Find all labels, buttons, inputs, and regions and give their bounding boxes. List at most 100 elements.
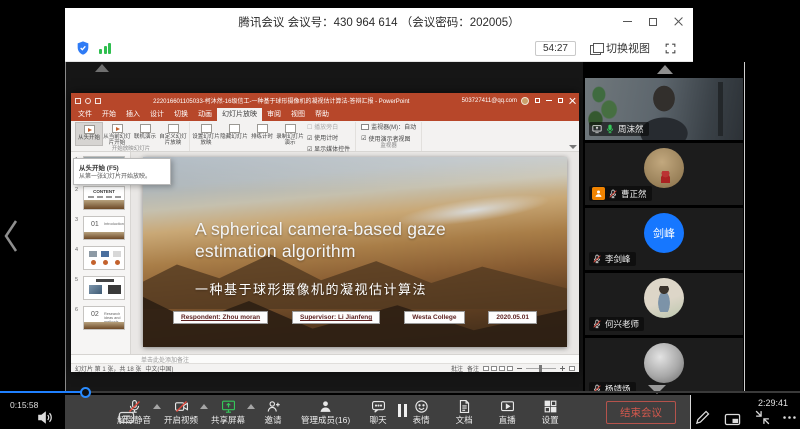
meeting-security-shield-icon[interactable] (75, 40, 91, 56)
presenter-view-checkbox[interactable]: ☑使用演示者视图 (361, 134, 416, 143)
ribbon-button[interactable]: 自定义幻灯片放映 (159, 122, 187, 146)
network-signal-icon[interactable] (99, 42, 111, 54)
slide-thumbnail[interactable]: 6 02 Research ideas and methods (83, 306, 130, 330)
more-options-icon[interactable] (781, 409, 798, 429)
exit-fullscreen-icon[interactable] (754, 409, 771, 429)
caret-up-icon[interactable] (200, 404, 208, 409)
participant-tile[interactable]: 剑峰 李剑峰 (585, 208, 743, 270)
slide-thumbnail[interactable]: 4 (83, 246, 130, 270)
tooltip: 从头开始 (F5) 从第一张幻灯片开始放映。 (73, 158, 171, 185)
player-progress-fill (0, 391, 86, 393)
monitor-dropdown[interactable]: 监视器(M)：自动 (361, 122, 416, 131)
toolbar-item-icon (543, 399, 558, 414)
toolbar-item-label: 共享屏幕 (211, 414, 245, 426)
ribbon-tab[interactable]: 审阅 (262, 108, 286, 121)
ribbon-button[interactable]: 隐藏幻灯片 (220, 122, 248, 153)
collapse-ribbon-icon[interactable] (569, 145, 577, 149)
ribbon-tab[interactable]: 视图 (286, 108, 310, 121)
screen-share-icon (592, 124, 602, 134)
fit-slide-icon[interactable] (569, 366, 575, 371)
toolbar-item[interactable]: 开启视频 (164, 399, 198, 426)
ribbon-tab[interactable]: 文件 (73, 108, 97, 121)
participant-name: 周沫然 (618, 123, 644, 135)
view-mode-icons[interactable] (483, 366, 513, 371)
ribbon-checkbox[interactable]: ☑ 使用计时 (307, 133, 350, 142)
toolbar-item[interactable]: 管理成员(16) (301, 399, 350, 426)
account-avatar[interactable] (521, 97, 529, 105)
player-progress-handle[interactable] (80, 387, 91, 398)
participant-tile[interactable]: 周沫然 (585, 78, 743, 140)
slide-thumbnail[interactable]: 3 01 Introduction (83, 216, 130, 240)
ribbon-tab[interactable]: 动画 (193, 108, 217, 121)
close-icon[interactable] (674, 17, 683, 26)
caret-up-icon[interactable] (247, 404, 255, 409)
switch-view-button[interactable]: 切换视图 (590, 40, 650, 56)
toolbar-item-label: 直播 (499, 414, 516, 426)
quick-access-toolbar[interactable] (75, 98, 101, 104)
participant-namebar: 周沫然 (589, 122, 649, 136)
avatar (644, 278, 684, 318)
host-badge-icon (592, 187, 605, 200)
slideshow-icon (168, 124, 179, 133)
ribbon-button[interactable]: 设置幻灯片放映 (192, 122, 220, 153)
participant-name: 曹正然 (621, 188, 647, 200)
slide-thumbnail[interactable]: 2 CONTENT (83, 186, 130, 210)
toolbar-item[interactable]: 设置 (535, 399, 565, 426)
powerpoint-window-controls[interactable] (535, 98, 575, 104)
toolbar-item[interactable]: 聊天 (363, 399, 393, 426)
caret-up-icon[interactable] (153, 404, 161, 409)
avatar (644, 343, 684, 383)
status-toggle[interactable]: 备注 (467, 364, 479, 373)
scroll-up-icon[interactable] (657, 65, 673, 74)
ribbon-tab[interactable]: 切换 (169, 108, 193, 121)
ribbon-group-start: 从头开始 从当前幻灯片开始 联机演示 (73, 122, 190, 151)
fullscreen-icon[interactable] (664, 42, 677, 55)
slideshow-icon (84, 125, 95, 134)
collapse-arrow-icon[interactable] (95, 64, 109, 72)
slide-thumbnail[interactable]: 5 (83, 276, 130, 300)
ribbon-button[interactable]: 排练计时 (248, 122, 276, 153)
ribbon-tab[interactable]: 幻灯片放映 (217, 108, 262, 121)
picture-in-picture-icon[interactable] (724, 411, 741, 429)
ribbon-tab[interactable]: 帮助 (310, 108, 334, 121)
player-pause-icon[interactable] (398, 404, 408, 417)
ribbon-button[interactable]: 从头开始 (75, 122, 103, 146)
zoom-out-icon[interactable] (517, 368, 522, 369)
language-indicator[interactable]: 中文(中国) (145, 364, 173, 373)
end-meeting-button[interactable]: 结束会议 (606, 401, 676, 424)
ribbon-button[interactable]: 联机演示 (131, 122, 159, 146)
toolbar-item[interactable]: 表情 (406, 399, 436, 426)
minimize-icon[interactable] (623, 21, 632, 23)
avatar (644, 148, 684, 188)
danmaku-icon[interactable] (118, 409, 135, 429)
participant-tile[interactable]: 杨靖炀 (585, 338, 743, 392)
slide-info-badge: Westa College (404, 311, 464, 324)
player-progress-track[interactable] (0, 391, 800, 393)
ribbon-tab[interactable]: 开始 (97, 108, 121, 121)
zoom-in-icon[interactable] (560, 366, 565, 371)
player-back-chevron-icon[interactable] (2, 218, 20, 259)
toolbar-item[interactable]: 共享屏幕 (211, 399, 245, 426)
maximize-icon[interactable] (649, 18, 657, 26)
zoom-slider[interactable] (526, 368, 556, 369)
annotate-pen-icon[interactable] (694, 409, 711, 429)
player-current-time: 0:15:58 (10, 400, 38, 410)
powerpoint-document-title: 222016601105033-柯沐然-16级信工-一种基于球形摄像机的凝视估计… (105, 96, 458, 105)
ribbon-checkbox[interactable]: ☐ 播放旁白 (307, 122, 350, 131)
mic-status-icon (608, 189, 618, 199)
slideshow-icon (140, 124, 151, 133)
toolbar-item[interactable]: 邀请 (258, 399, 288, 426)
ribbon-button[interactable]: 从当前幻灯片开始 (103, 122, 131, 146)
toolbar-item[interactable]: 文档 (449, 399, 479, 426)
ribbon-button[interactable]: 录制幻灯片演示 (276, 122, 304, 153)
ribbon-tab[interactable]: 设计 (145, 108, 169, 121)
status-toggle[interactable]: 批注 (451, 364, 463, 373)
ribbon-tab[interactable]: 插入 (121, 108, 145, 121)
participant-name: 何兴老师 (605, 318, 639, 330)
participant-tile[interactable]: 曹正然 (585, 143, 743, 205)
current-slide: A spherical camera-based gaze estimation… (143, 157, 567, 347)
volume-icon[interactable] (36, 409, 53, 429)
participant-tile[interactable]: 何兴老师 (585, 273, 743, 335)
notes-bar[interactable]: 单击此处添加备注 (71, 354, 579, 363)
toolbar-item[interactable]: 直播 (492, 399, 522, 426)
